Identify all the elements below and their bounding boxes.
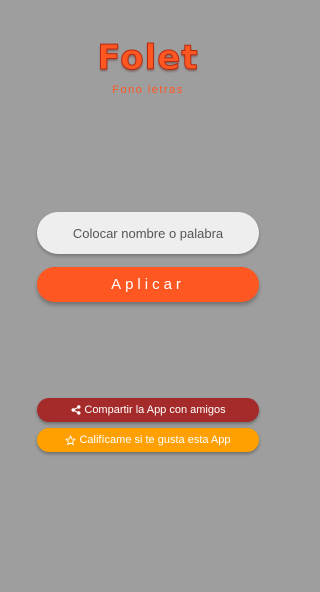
apply-button[interactable]: Aplicar [37,267,259,302]
rate-app-button[interactable]: Califícame si te gusta esta App [37,428,259,452]
share-app-button[interactable]: Compartir la App con amigos [37,398,259,422]
app-logo-subtitle: Fono letras [112,84,184,96]
rate-app-label: Califícame si te gusta esta App [79,434,231,446]
app-logo-title: Folet [97,38,199,79]
share-icon [70,405,81,416]
name-input[interactable] [37,212,259,254]
star-outline-icon [65,434,77,446]
apply-button-label: Aplicar [111,276,185,293]
share-app-label: Compartir la App con amigos [84,404,226,416]
